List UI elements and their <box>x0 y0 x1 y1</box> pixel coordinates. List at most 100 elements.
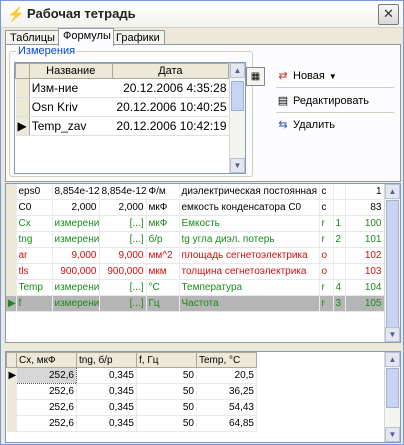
data-row[interactable]: 252,6 0,345 50 64,85 <box>6 415 257 432</box>
formula-unit: мкФ <box>146 215 180 232</box>
column-header-name[interactable]: Название <box>28 63 113 79</box>
scroll-thumb[interactable] <box>386 200 399 328</box>
scroll-up-icon[interactable]: ▲ <box>385 184 400 199</box>
formula-description: диэлектрическая постоянная <box>179 184 320 200</box>
column-header-tng[interactable]: tng, б/р <box>76 352 137 368</box>
scroll-up-icon[interactable]: ▲ <box>385 352 400 367</box>
data-row[interactable]: 252,6 0,345 50 54,43 <box>6 399 257 416</box>
formula-row[interactable]: Tempизмерение[...]°CТемператураr4104 <box>6 279 385 296</box>
calculator-icon[interactable]: ▦ <box>246 67 265 86</box>
measurement-row[interactable]: Изм-ние 20.12.2006 4:35:28 <box>15 78 229 98</box>
formula-row[interactable]: Cxизмерение[...]мкФЕмкостьr1100 <box>6 215 385 232</box>
data-cell[interactable]: 20,5 <box>196 367 257 384</box>
formula-description: Температура <box>179 279 320 296</box>
formula-row[interactable]: tls 900,000 900,000 мкм толщина сегнетоэлект… <box>6 263 385 280</box>
data-cell[interactable]: 252,6 <box>16 367 77 384</box>
formula-unit: °C <box>146 279 180 296</box>
measurement-row[interactable]: ▶ Temp_zav 20.12.2006 10:42:19 <box>15 116 229 136</box>
scroll-thumb[interactable] <box>386 368 399 408</box>
delete-icon: ⇆ <box>278 119 288 131</box>
formula-name: Cx <box>16 215 53 232</box>
data-cell[interactable]: 54,43 <box>196 399 257 416</box>
scroll-down-icon[interactable]: ▼ <box>385 327 400 342</box>
formula-type: c <box>319 184 334 200</box>
formula-index <box>333 184 346 200</box>
data-cell[interactable]: 50 <box>136 399 197 416</box>
close-button[interactable]: ✕ <box>378 4 399 25</box>
data-row[interactable]: 252,6 0,345 50 36,25 <box>6 383 257 400</box>
formula-row[interactable]: C0 2,000 2,000 мкФ емкость конденсатора C0 c 8… <box>6 199 385 216</box>
data-grid[interactable]: Cx, мкФ tng, б/р f, Гц Temp, °C ▶ 252,6 0,… <box>5 351 401 443</box>
measurements-vscroll[interactable]: ▲ ▼ <box>229 63 245 173</box>
formula-computed: 2,000 <box>99 199 147 216</box>
scroll-down-icon[interactable]: ▼ <box>385 427 400 442</box>
data-cell[interactable]: 50 <box>136 415 197 432</box>
data-cell[interactable]: 252,6 <box>16 383 77 400</box>
formula-type: r <box>319 295 334 312</box>
column-header-temp[interactable]: Temp, °C <box>196 352 257 368</box>
formula-description: tg угла диэл. потерь <box>179 231 320 248</box>
edit-button-label: Редактировать <box>293 95 369 107</box>
data-cell[interactable]: 0,345 <box>76 399 137 416</box>
data-vscroll[interactable]: ▲ ▼ <box>384 352 400 442</box>
data-cell[interactable]: 252,6 <box>16 415 77 432</box>
formula-type: r <box>319 231 334 248</box>
data-cell[interactable]: 0,345 <box>76 415 137 432</box>
row-pointer-icon: ▶ <box>15 116 30 136</box>
formula-computed: [...] <box>99 215 147 232</box>
scroll-up-icon[interactable]: ▲ <box>230 63 245 78</box>
data-cell[interactable]: 64,85 <box>196 415 257 432</box>
formula-computed: [...] <box>99 231 147 248</box>
measurement-name: Osn Kriv <box>29 97 113 117</box>
formula-unit: мкм <box>146 263 180 280</box>
new-button[interactable]: ⇄ Новая ▼ <box>276 67 336 85</box>
formula-id: 100 <box>345 215 385 232</box>
measurement-row[interactable]: Osn Kriv 20.12.2006 10:40:25 <box>15 97 229 117</box>
data-row[interactable]: ▶ 252,6 0,345 50 20,5 <box>6 367 257 384</box>
measurements-grid[interactable]: Название Дата Изм-ние 20.12.2006 4:35:28… <box>14 62 246 174</box>
column-header-cx[interactable]: Cx, мкФ <box>16 352 77 368</box>
tab-tables[interactable]: Таблицы <box>5 30 61 45</box>
formula-description: Частота <box>179 295 320 312</box>
data-cell[interactable]: 36,25 <box>196 383 257 400</box>
formula-value: 2,000 <box>52 199 100 216</box>
formula-description: площадь сегнетоэлектрика <box>179 247 320 264</box>
edit-button[interactable]: ▤ Редактировать <box>276 92 369 110</box>
formula-unit: Гц <box>146 295 180 312</box>
scroll-thumb[interactable] <box>231 81 244 111</box>
splitter[interactable] <box>5 344 399 347</box>
formula-computed: [...] <box>99 279 147 296</box>
column-header-f[interactable]: f, Гц <box>136 352 197 368</box>
formula-row[interactable]: eps0 8,854e-12 8,854e-12 Ф/м диэлектрическая… <box>6 184 385 200</box>
tab-charts[interactable]: Графики <box>111 30 165 45</box>
row-indicator <box>6 231 17 248</box>
formula-computed: [...] <box>99 295 147 312</box>
measurement-date: 20.12.2006 10:40:25 <box>112 97 229 117</box>
formula-row[interactable]: tngизмерение[...]б/рtg угла диэл. потерь… <box>6 231 385 248</box>
formula-row[interactable]: ar 9,000 9,000 мм^2 площадь сегнетоэлектрика… <box>6 247 385 264</box>
scroll-down-icon[interactable]: ▼ <box>230 158 245 173</box>
row-indicator <box>6 279 17 296</box>
column-header-date[interactable]: Дата <box>111 63 230 79</box>
formula-type: r <box>319 215 334 232</box>
formula-description: емкость конденсатора C0 <box>179 199 320 216</box>
data-cell[interactable]: 0,345 <box>76 383 137 400</box>
formula-index: 4 <box>333 279 346 296</box>
measurements-header-row: Название Дата <box>15 63 230 79</box>
formulas-grid[interactable]: eps0 8,854e-12 8,854e-12 Ф/м диэлектрическая… <box>5 183 401 343</box>
formula-row[interactable]: ▶fизмерение[...]ГцЧастотаr3105 <box>6 295 385 312</box>
data-cell[interactable]: 252,6 <box>16 399 77 416</box>
formula-computed: 8,854e-12 <box>99 184 147 200</box>
app-icon: ⚡ <box>7 6 25 22</box>
tab-formulas[interactable]: Формулы <box>58 28 114 46</box>
new-icon: ⇄ <box>278 70 288 82</box>
data-cell[interactable]: 0,345 <box>76 367 137 384</box>
delete-button[interactable]: ⇆ Удалить <box>276 116 335 134</box>
edit-icon: ▤ <box>277 95 289 107</box>
data-cell[interactable]: 50 <box>136 383 197 400</box>
title-bar[interactable]: ⚡ Рабочая тетрадь ✕ <box>1 1 403 28</box>
data-cell[interactable]: 50 <box>136 367 197 384</box>
formula-value: измерение <box>52 279 100 296</box>
formula-name: eps0 <box>16 184 53 200</box>
formulas-vscroll[interactable]: ▲ ▼ <box>384 184 400 342</box>
